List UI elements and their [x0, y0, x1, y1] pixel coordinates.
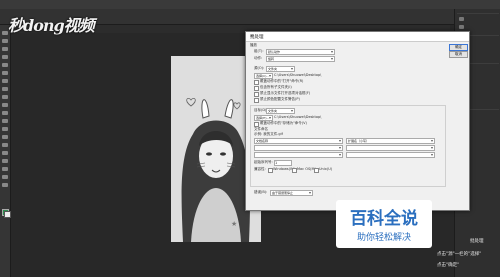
stamp-tool-icon[interactable] [2, 95, 8, 99]
healing-tool-icon[interactable] [2, 79, 8, 83]
override-open-checkbox[interactable] [254, 80, 259, 85]
close-icon[interactable]: × [250, 34, 466, 39]
action-dropdown[interactable]: 旋转 [266, 56, 335, 62]
override-saveas-label: 覆盖动作中的"存储为"命令(V) [260, 121, 307, 125]
background-color-swatch[interactable] [4, 211, 11, 218]
start-serial-label: 起始序列号: [254, 160, 273, 164]
target-path: C:\Users\Shuowei\Desktop\ [274, 115, 322, 119]
play-section-label: 播放 [250, 43, 257, 47]
side-note: 批处理 [470, 239, 484, 244]
eraser-tool-icon[interactable] [2, 111, 8, 115]
pen-tool-icon[interactable] [2, 143, 8, 147]
group-label: 组(T): [254, 49, 264, 53]
type-tool-icon[interactable] [2, 151, 8, 155]
lasso-tool-icon[interactable] [2, 47, 8, 51]
logo-subtitle: 助你轻松解决 [356, 233, 411, 243]
baike-logo: 百科全说 助你轻松解决 [336, 200, 432, 248]
start-serial-input[interactable]: 1 [274, 160, 292, 166]
naming-field-1[interactable]: 文档名称 [254, 138, 343, 144]
brush-tool-icon[interactable] [2, 87, 8, 91]
naming-field-5[interactable] [254, 152, 343, 158]
tools-panel[interactable] [0, 25, 11, 277]
instruction-note-2: 点击"确定" [437, 263, 460, 268]
video-watermark: 秒dong视频 [8, 16, 95, 35]
quick-select-tool-icon[interactable] [2, 55, 8, 59]
override-open-label: 覆盖动作中的"打开"命令(R) [260, 79, 304, 83]
ok-button[interactable]: 确定 [449, 44, 468, 51]
source-label: 源(O): [254, 66, 265, 70]
swatches-panel-icon[interactable] [459, 25, 464, 29]
crop-tool-icon[interactable] [2, 63, 8, 67]
panel-divider [457, 13, 499, 14]
menu-bar[interactable] [0, 0, 500, 9]
shape-tool-icon[interactable] [2, 167, 8, 171]
naming-field-2[interactable]: 扩展名（小写） [346, 138, 435, 144]
suppress-color-warning-label: 禁止颜色配置文件警告(P) [260, 97, 300, 101]
logo-title: 百科全说 [350, 209, 418, 229]
compat-unix-label: Unix(U) [319, 167, 333, 171]
blur-tool-icon[interactable] [2, 127, 8, 131]
group-dropdown[interactable]: 默认动作 [266, 49, 335, 55]
zoom-tool-icon[interactable] [2, 183, 8, 187]
action-label: 动作: [254, 56, 263, 60]
naming-field-3[interactable] [254, 145, 343, 151]
history-brush-tool-icon[interactable] [2, 103, 8, 107]
path-select-tool-icon[interactable] [2, 159, 8, 163]
naming-field-6[interactable] [346, 152, 435, 158]
suppress-open-options-checkbox[interactable] [254, 92, 259, 97]
source-dropdown[interactable]: 文件夹 [266, 66, 295, 72]
eyedropper-tool-icon[interactable] [2, 71, 8, 75]
include-subfolders-checkbox[interactable] [254, 86, 259, 91]
hand-tool-icon[interactable] [2, 175, 8, 179]
naming-example: 示例: 我的文件.gif [254, 132, 283, 136]
cancel-button[interactable]: 取消 [449, 51, 468, 58]
dodge-tool-icon[interactable] [2, 135, 8, 139]
include-subfolders-label: 包含所有子文件夹(I) [260, 85, 292, 89]
compat-label: 兼容性: [254, 167, 266, 171]
errors-dropdown[interactable]: 由于错误而停止 [270, 190, 313, 196]
marquee-tool-icon[interactable] [2, 39, 8, 43]
errors-label: 错误(B): [254, 190, 268, 194]
suppress-open-options-label: 禁止显示文件打开选项对话框(F) [260, 91, 311, 95]
dialog-title-bar[interactable]: 批处理 × [246, 32, 469, 42]
naming-field-4[interactable] [346, 145, 435, 151]
svg-text:★: ★ [231, 220, 237, 228]
target-dropdown[interactable]: 文件夹 [266, 108, 295, 114]
suppress-color-warning-checkbox[interactable] [254, 98, 259, 103]
color-panel-icon[interactable] [459, 17, 464, 21]
instruction-note-1: 点击"源"一栏的"选择" [437, 252, 482, 257]
source-path: C:\Users\Shuowei\Desktop\ [274, 73, 322, 77]
batch-dialog[interactable]: 批处理 × 确定 取消 播放 组(T): 默认动作 动作: 旋转 源(O): 文… [245, 31, 470, 211]
gradient-tool-icon[interactable] [2, 119, 8, 123]
